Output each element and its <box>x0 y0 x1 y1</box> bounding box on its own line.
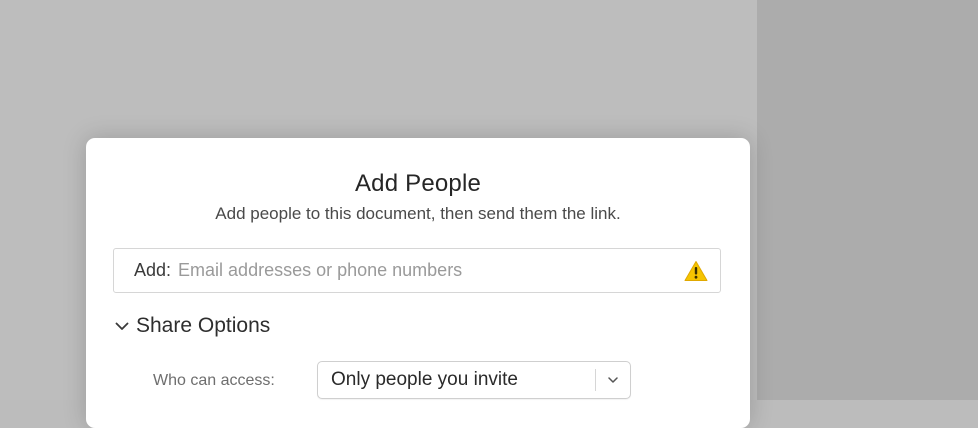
add-people-input[interactable] <box>178 260 684 281</box>
background-sidebar-area <box>757 0 978 400</box>
share-options-label: Share Options <box>136 314 271 337</box>
who-can-access-label: Who can access: <box>153 372 275 389</box>
chevron-down-icon[interactable] <box>596 374 630 386</box>
add-field-label: Add: <box>134 260 172 280</box>
add-people-field[interactable]: Add: <box>113 248 721 293</box>
add-people-dialog: Add People Add people to this document, … <box>86 138 750 428</box>
access-selected-value: Only people you invite <box>331 369 518 390</box>
warning-icon[interactable] <box>684 260 708 282</box>
dialog-title: Add People <box>354 170 482 197</box>
who-can-access-select[interactable]: Only people you invite <box>317 361 631 399</box>
dialog-subtitle: Add people to this document, then send t… <box>215 204 621 223</box>
chevron-down-icon <box>115 322 129 330</box>
share-options-toggle[interactable]: Share Options <box>114 314 270 338</box>
